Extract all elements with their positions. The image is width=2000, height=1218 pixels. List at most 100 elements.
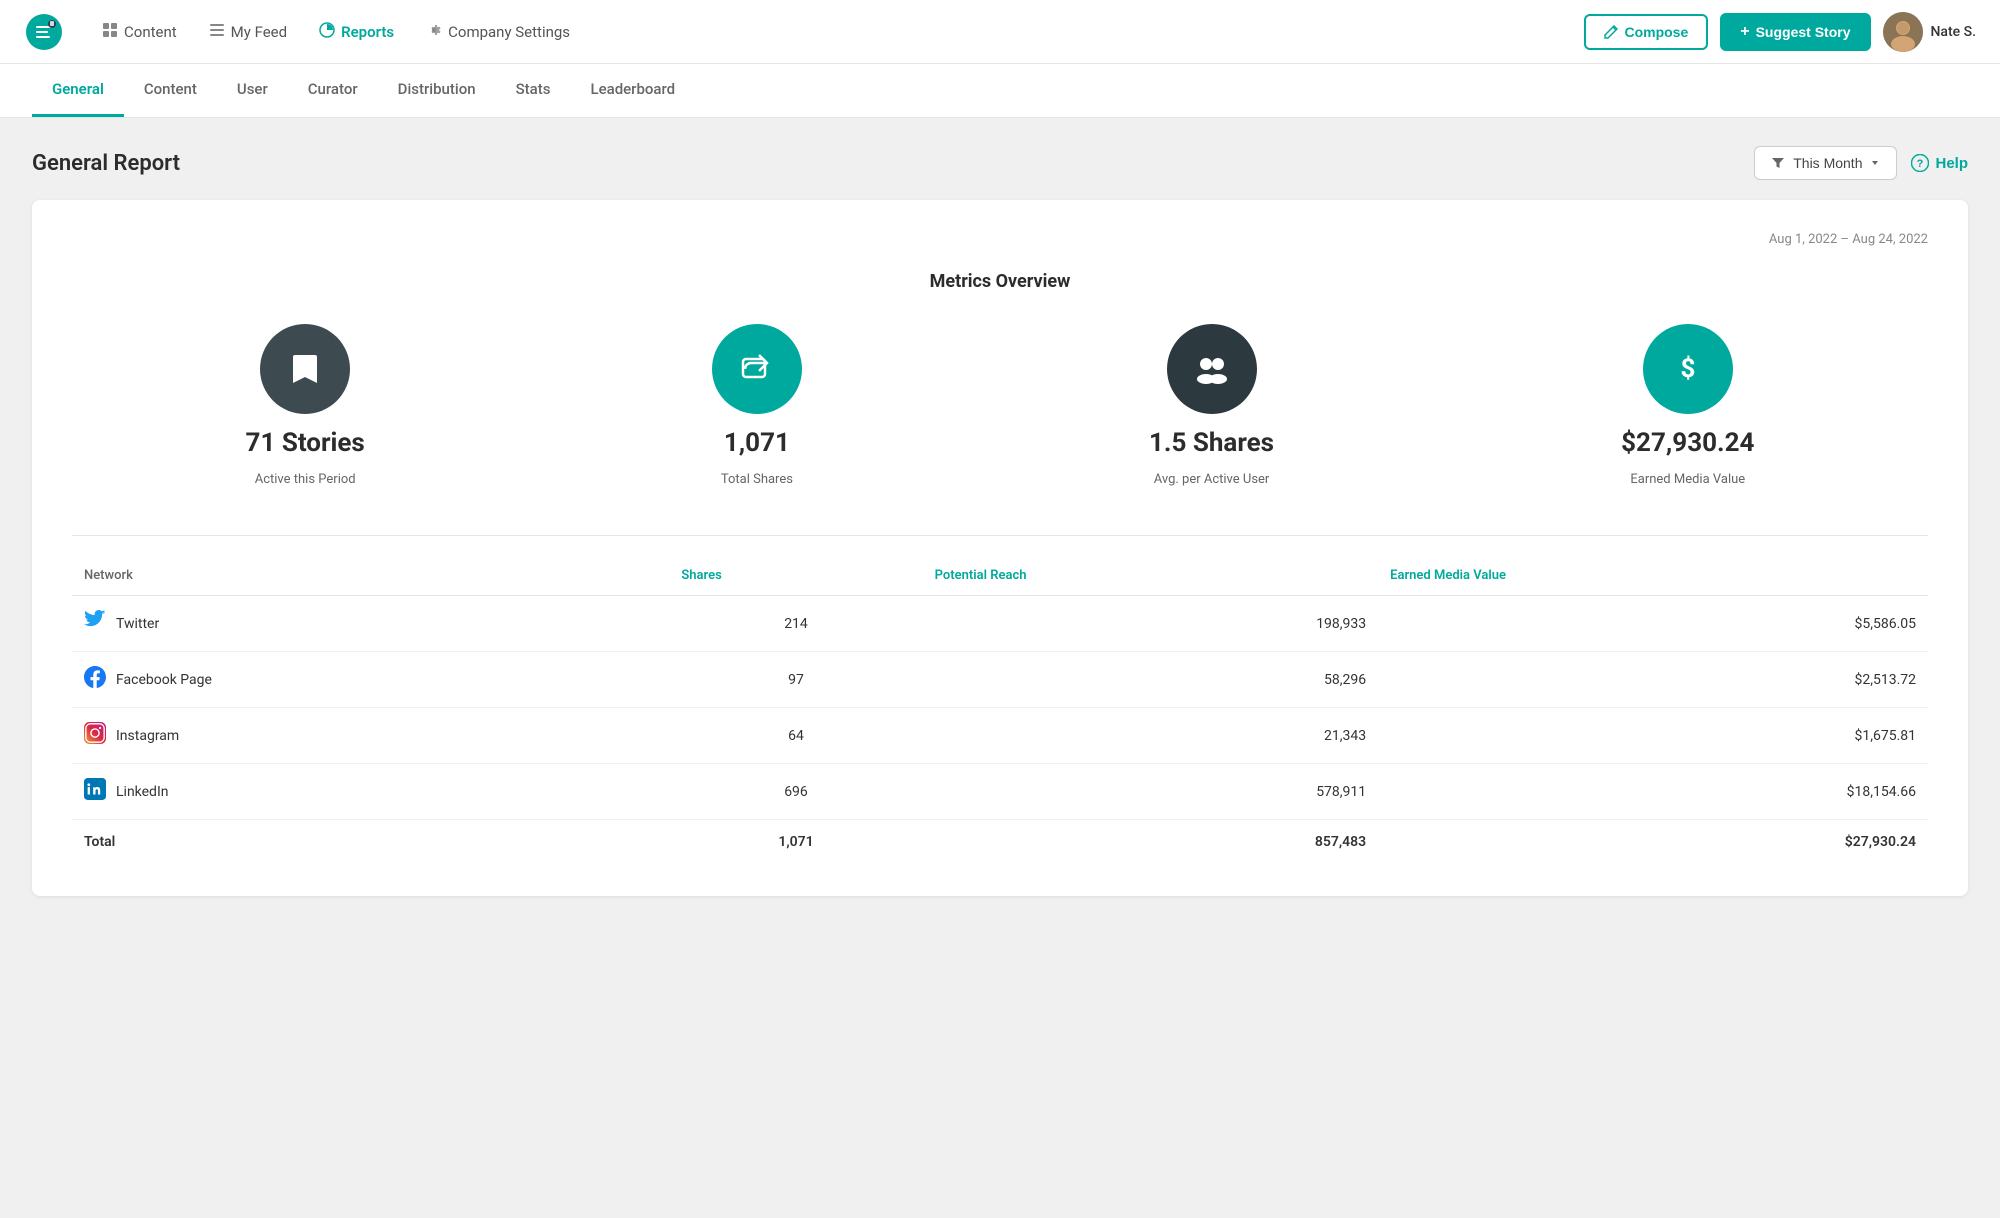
nav-my-feed[interactable]: My Feed xyxy=(195,14,301,50)
metric-total-shares: 1,071 Total Shares xyxy=(712,324,802,487)
network-name-cell: Total xyxy=(72,820,669,865)
table-row: LinkedIn 696 578,911 $18,154.66 xyxy=(72,764,1928,820)
shares-icon-circle xyxy=(712,324,802,414)
table-header-row: Network Shares Potential Reach Earned Me… xyxy=(72,560,1928,596)
myfeed-icon xyxy=(209,22,225,42)
network-name-cell: Facebook Page xyxy=(72,652,669,708)
network-name: Total xyxy=(84,834,115,850)
reach-cell: 578,911 xyxy=(923,764,1379,820)
instagram-icon xyxy=(84,722,106,749)
avg-shares-label: Avg. per Active User xyxy=(1154,472,1270,487)
navbar-actions: Compose + Suggest Story Nate S. xyxy=(1584,12,1976,52)
emv-cell: $2,513.72 xyxy=(1378,652,1928,708)
table-row: Instagram 64 21,343 $1,675.81 xyxy=(72,708,1928,764)
filter-button[interactable]: This Month xyxy=(1754,146,1897,180)
emv-cell: $1,675.81 xyxy=(1378,708,1928,764)
bookmark-icon xyxy=(285,349,325,389)
tab-user[interactable]: User xyxy=(217,64,288,117)
content-icon xyxy=(102,22,118,42)
tab-stats[interactable]: Stats xyxy=(496,64,571,117)
reach-cell: 58,296 xyxy=(923,652,1379,708)
nav-company-settings[interactable]: Company Settings xyxy=(412,14,584,50)
metrics-overview-title: Metrics Overview xyxy=(72,271,1928,292)
user-avatar-wrap[interactable]: Nate S. xyxy=(1883,12,1977,52)
network-name-cell: Instagram xyxy=(72,708,669,764)
compose-button[interactable]: Compose xyxy=(1584,14,1708,50)
page-title: General Report xyxy=(32,151,180,176)
metric-media-value: $ $27,930.24 Earned Media Value xyxy=(1621,324,1754,487)
users-icon xyxy=(1190,347,1234,391)
shares-cell: 696 xyxy=(669,764,922,820)
date-range: Aug 1, 2022 – Aug 24, 2022 xyxy=(72,232,1928,247)
emv-cell: $27,930.24 xyxy=(1378,820,1928,865)
col-reach: Potential Reach xyxy=(923,560,1379,596)
tab-distribution[interactable]: Distribution xyxy=(378,64,496,117)
suggest-story-button[interactable]: + Suggest Story xyxy=(1720,13,1870,51)
chevron-down-icon xyxy=(1870,158,1880,168)
table-row: Facebook Page 97 58,296 $2,513.72 xyxy=(72,652,1928,708)
tab-leaderboard[interactable]: Leaderboard xyxy=(570,64,695,117)
network-name-cell: LinkedIn xyxy=(72,764,669,820)
avg-shares-icon-circle xyxy=(1167,324,1257,414)
facebook-icon xyxy=(84,666,106,693)
shares-cell: 214 xyxy=(669,596,922,652)
reports-icon xyxy=(319,22,335,42)
metrics-grid: 71 Stories Active this Period 1,071 Tota… xyxy=(72,324,1928,487)
emv-icon-circle: $ xyxy=(1643,324,1733,414)
col-network: Network xyxy=(72,560,669,596)
user-name: Nate S. xyxy=(1931,24,1977,40)
shares-cell: 1,071 xyxy=(669,820,922,865)
network-name: LinkedIn xyxy=(116,784,169,800)
tab-general[interactable]: General xyxy=(32,64,124,117)
settings-icon xyxy=(426,22,442,42)
navbar: Content My Feed Reports Company Settings xyxy=(0,0,2000,64)
col-shares: Shares xyxy=(669,560,922,596)
total-shares-label: Total Shares xyxy=(721,472,793,487)
header-actions: This Month ? Help xyxy=(1754,146,1968,180)
tab-content[interactable]: Content xyxy=(124,64,217,117)
nav-items: Content My Feed Reports Company Settings xyxy=(88,14,1576,50)
linkedin-icon xyxy=(84,778,106,805)
stories-label: Active this Period xyxy=(255,472,356,487)
avatar xyxy=(1883,12,1923,52)
help-button[interactable]: ? Help xyxy=(1911,154,1968,172)
svg-text:$: $ xyxy=(1680,354,1695,384)
table-row: Total 1,071 857,483 $27,930.24 xyxy=(72,820,1928,865)
col-emv: Earned Media Value xyxy=(1378,560,1928,596)
media-value-value: $27,930.24 xyxy=(1621,428,1754,458)
network-name: Facebook Page xyxy=(116,672,212,688)
stories-icon-circle xyxy=(260,324,350,414)
reach-cell: 198,933 xyxy=(923,596,1379,652)
network-name: Instagram xyxy=(116,728,179,744)
help-icon: ? xyxy=(1911,154,1929,172)
nav-reports[interactable]: Reports xyxy=(305,14,408,50)
svg-text:?: ? xyxy=(1917,158,1924,170)
reach-cell: 857,483 xyxy=(923,820,1379,865)
twitter-icon xyxy=(84,610,106,637)
network-table: Network Shares Potential Reach Earned Me… xyxy=(72,560,1928,864)
dollar-icon: $ xyxy=(1668,349,1708,389)
compose-icon xyxy=(1604,25,1618,39)
tabs-bar: General Content User Curator Distributio… xyxy=(0,64,2000,118)
metric-avg-shares: 1.5 Shares Avg. per Active User xyxy=(1149,324,1274,487)
nav-content[interactable]: Content xyxy=(88,14,191,50)
media-value-label: Earned Media Value xyxy=(1630,472,1745,487)
page-header: General Report This Month ? Help xyxy=(32,146,1968,180)
total-shares-value: 1,071 xyxy=(724,428,790,458)
emv-cell: $5,586.05 xyxy=(1378,596,1928,652)
emv-cell: $18,154.66 xyxy=(1378,764,1928,820)
filter-icon xyxy=(1771,156,1785,170)
share-icon xyxy=(737,349,777,389)
tab-curator[interactable]: Curator xyxy=(288,64,378,117)
divider xyxy=(72,535,1928,536)
network-name: Twitter xyxy=(116,616,159,632)
table-row: Twitter 214 198,933 $5,586.05 xyxy=(72,596,1928,652)
avg-shares-value: 1.5 Shares xyxy=(1149,428,1274,458)
report-card: Aug 1, 2022 – Aug 24, 2022 Metrics Overv… xyxy=(32,200,1968,896)
metric-stories: 71 Stories Active this Period xyxy=(246,324,365,487)
shares-cell: 97 xyxy=(669,652,922,708)
network-name-cell: Twitter xyxy=(72,596,669,652)
main-content: General Report This Month ? Help Aug 1 xyxy=(0,118,2000,924)
plus-icon: + xyxy=(1740,23,1749,41)
reach-cell: 21,343 xyxy=(923,708,1379,764)
